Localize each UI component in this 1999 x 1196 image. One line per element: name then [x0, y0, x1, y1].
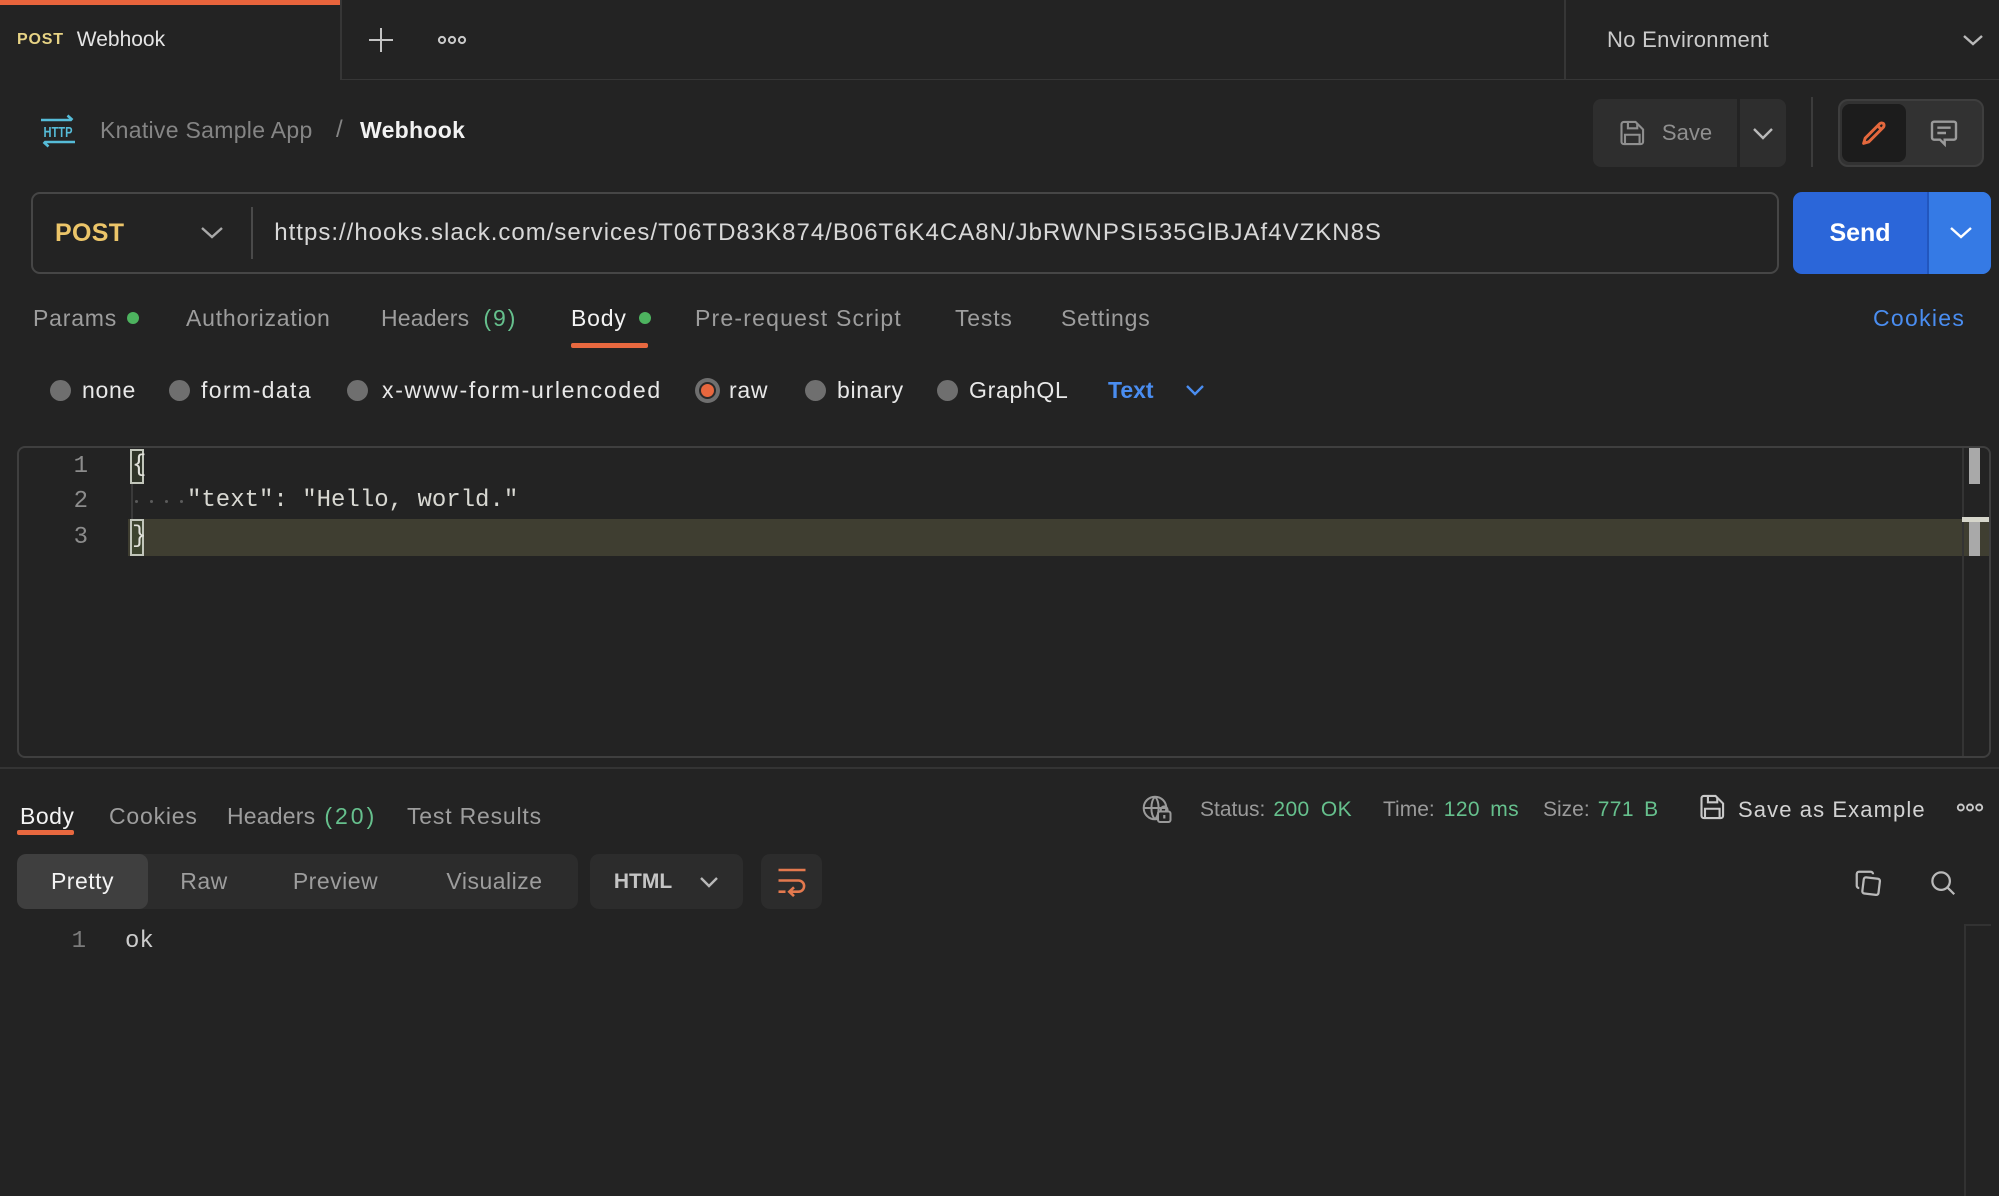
svg-text:HTTP: HTTP	[44, 124, 73, 141]
